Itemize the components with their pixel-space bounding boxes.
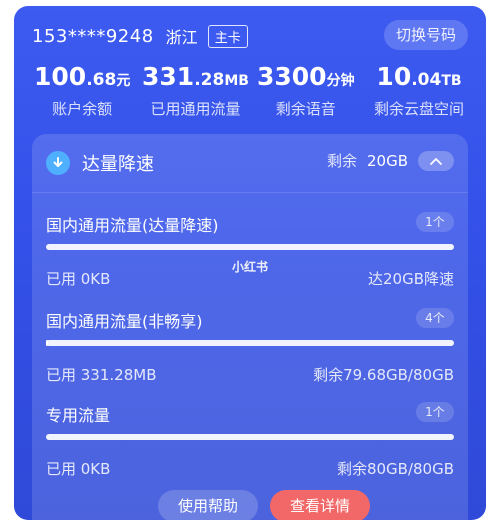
stat-voice[interactable]: 3300分钟 剩余语音: [257, 62, 355, 119]
stat-label: 剩余语音: [275, 100, 336, 118]
help-button[interactable]: 使用帮助: [158, 490, 258, 520]
stat-used-data[interactable]: 331.28MB 已用通用流量: [142, 62, 249, 119]
package-name: 专用流量: [46, 406, 111, 425]
switch-number-button[interactable]: 切换号码: [383, 20, 468, 50]
card-type-badge: 主卡: [207, 24, 248, 48]
stat-cloud-storage[interactable]: 10.04TB 剩余云盘空间: [374, 62, 464, 119]
package-item[interactable]: 专用流量 1个 已用 0KB 剩余80GB/80GB: [46, 402, 454, 478]
package-used: 已用 0KB: [46, 460, 111, 478]
package-count: 1个: [416, 212, 454, 232]
stat-balance[interactable]: 100.68元 账户余额: [34, 62, 130, 119]
usage-bar: [46, 434, 454, 440]
stat-int: 3300: [257, 62, 327, 91]
stat-int: 331: [142, 62, 195, 91]
phone-number: 153****9248: [32, 25, 154, 47]
collapse-button[interactable]: [418, 150, 454, 171]
usage-bar: [46, 340, 454, 346]
package-remaining: 剩余79.68GB/80GB: [313, 366, 454, 384]
divider: [32, 192, 468, 193]
package-count: 1个: [416, 402, 454, 422]
stat-dec: .28: [194, 70, 225, 90]
package-remaining: 剩余80GB/80GB: [336, 460, 454, 478]
stat-int: 100: [34, 62, 87, 91]
watermark: 小红书: [232, 260, 269, 274]
region-label: 浙江: [165, 28, 198, 47]
stat-label: 账户余额: [52, 100, 113, 118]
stat-unit: MB: [224, 73, 249, 89]
package-name: 国内通用流量(非畅享): [46, 312, 203, 331]
panel-header: 达量降速: [46, 150, 154, 176]
remaining-value: 20GB: [366, 151, 408, 170]
usage-bar: [46, 244, 454, 250]
package-used: 已用 331.28MB: [46, 366, 157, 384]
package-item[interactable]: 国内通用流量(非畅享) 4个 已用 331.28MB 剩余79.68GB/80G…: [46, 308, 454, 384]
speed-limit-panel: 达量降速 剩余 20GB 国内通用流量(达量降速) 1个 已用 0KB 达20G…: [32, 134, 468, 520]
package-item[interactable]: 国内通用流量(达量降速) 1个 已用 0KB 达20GB降速: [46, 212, 454, 288]
package-remaining: 达20GB降速: [367, 270, 454, 288]
stat-dec: .04: [411, 70, 442, 90]
panel-title: 达量降速: [82, 154, 154, 175]
panel-remaining: 剩余 20GB: [327, 150, 454, 171]
package-count: 4个: [416, 308, 454, 328]
package-name: 国内通用流量(达量降速): [46, 216, 219, 235]
stats-row: 100.68元 账户余额 331.28MB 已用通用流量 3300分钟 剩余语音…: [14, 62, 486, 122]
stat-dec: .68: [86, 70, 117, 90]
view-details-button[interactable]: 查看详情: [270, 490, 370, 520]
stat-unit: 元: [116, 73, 131, 89]
stat-unit: TB: [441, 73, 462, 89]
stat-int: 10: [376, 62, 412, 91]
stat-unit: 分钟: [326, 73, 355, 89]
chevron-up-icon: [430, 157, 442, 165]
stat-label: 已用通用流量: [150, 100, 241, 118]
remaining-label: 剩余: [326, 152, 357, 170]
stat-label: 剩余云盘空间: [374, 100, 465, 118]
account-header: 153****9248 浙江 主卡: [32, 24, 248, 48]
account-card: 153****9248 浙江 主卡 切换号码 100.68元 账户余额 331.…: [14, 6, 486, 520]
download-icon: [46, 151, 70, 175]
package-used: 已用 0KB: [46, 270, 111, 288]
